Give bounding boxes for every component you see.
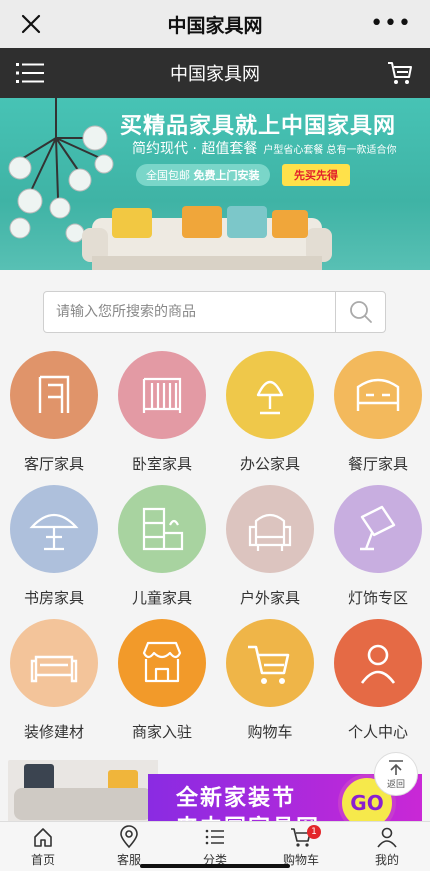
banner-headline: 买精品家具就上中国家具网 [120, 114, 397, 139]
category-label: 书房家具 [23, 589, 84, 607]
category-item[interactable]: 灯饰专区 [326, 485, 430, 608]
category-circle[interactable] [118, 619, 206, 707]
festival-promo-banner[interactable]: 全新家装节 来中国家具网 GO [8, 760, 422, 826]
menu-icon[interactable] [16, 62, 44, 84]
cart-icon [248, 645, 290, 684]
category-circle[interactable] [334, 351, 422, 439]
back-to-top-label: 返回 [386, 779, 405, 790]
category-label: 客厅家具 [23, 455, 84, 473]
banner-subtitle: 简约现代 · 超值套餐 户型省心套餐 总有一款适合你 [132, 141, 397, 157]
store-icon [142, 641, 182, 683]
more-options-icon[interactable]: ••• [370, 13, 412, 35]
category-circle[interactable] [10, 351, 98, 439]
location-icon [120, 825, 138, 849]
tab-user[interactable]: 我的 [344, 822, 430, 871]
home-icon [34, 828, 52, 847]
category-circle[interactable] [118, 351, 206, 439]
roller-icon [360, 505, 396, 551]
shelf-icon [142, 507, 184, 551]
category-label: 餐厅家具 [347, 455, 408, 473]
cart-icon[interactable] [386, 59, 414, 87]
tab-label: 我的 [374, 853, 399, 867]
user-icon [377, 827, 397, 848]
search-bar [43, 291, 386, 333]
back-to-top-button[interactable]: 返回 [374, 752, 418, 796]
category-item[interactable]: 卧室家具 [110, 351, 214, 474]
category-label: 灯饰专区 [347, 589, 408, 607]
category-label: 儿童家具 [131, 589, 192, 607]
person-icon [360, 644, 396, 684]
category-item[interactable]: 客厅家具 [2, 351, 106, 474]
category-label: 户外家具 [239, 589, 300, 607]
window-title: 中国家具网 [167, 14, 263, 37]
category-item[interactable]: 个人中心 [326, 619, 430, 742]
category-circle[interactable] [334, 619, 422, 707]
category-item[interactable]: 儿童家具 [110, 485, 214, 608]
category-circle[interactable] [226, 619, 314, 707]
list-icon [205, 829, 224, 845]
category-item[interactable]: 商家入驻 [110, 619, 214, 742]
cart-count-badge: 1 [307, 825, 321, 839]
tab-label: 客服 [116, 853, 141, 867]
category-label: 购物车 [247, 723, 293, 741]
banner-shipping-pill: 全国包邮 免费上门安装 [136, 164, 270, 186]
search-input[interactable] [44, 292, 335, 332]
category-label: 商家入驻 [131, 723, 192, 741]
bed-icon [356, 378, 400, 411]
category-label: 卧室家具 [131, 455, 192, 473]
category-label: 个人中心 [347, 723, 408, 741]
search-icon [349, 301, 372, 323]
buy-now-button[interactable]: 先买先得 [282, 164, 350, 186]
promo-sofa-photo [8, 760, 158, 826]
armchair-icon [248, 513, 292, 551]
browser-top-bar: 中国家具网 ••• [0, 0, 430, 48]
crib-icon [142, 377, 182, 413]
category-circle[interactable] [226, 351, 314, 439]
category-circle[interactable] [334, 485, 422, 573]
tab-label: 首页 [30, 853, 55, 867]
lamp-icon [256, 380, 284, 415]
close-icon[interactable] [18, 11, 44, 37]
site-title: 中国家具网 [170, 64, 260, 85]
category-circle[interactable] [226, 485, 314, 573]
category-item[interactable]: 户外家具 [218, 485, 322, 608]
promo-line-1: 全新家装节 [176, 786, 297, 811]
tab-home[interactable]: 首页 [0, 822, 86, 871]
category-item[interactable]: 书房家具 [2, 485, 106, 608]
category-item[interactable]: 装修建材 [2, 619, 106, 742]
arrow-up-icon [389, 759, 403, 775]
category-circle[interactable] [10, 619, 98, 707]
door-frame-icon [38, 375, 70, 413]
search-button[interactable] [335, 292, 385, 332]
sofa-icon [30, 655, 78, 683]
site-header: 中国家具网 [0, 48, 430, 98]
category-item[interactable]: 购物车 [218, 619, 322, 742]
category-item[interactable]: 办公家具 [218, 351, 322, 474]
promo-banner[interactable]: 买精品家具就上中国家具网 简约现代 · 超值套餐 户型省心套餐 总有一款适合你 全… [0, 98, 430, 270]
category-item[interactable]: 餐厅家具 [326, 351, 430, 474]
sofa-illustration [82, 206, 332, 270]
promo-sofa-illustration [14, 764, 152, 820]
category-circle[interactable] [10, 485, 98, 573]
category-label: 装修建材 [23, 723, 84, 741]
category-circle[interactable] [118, 485, 206, 573]
home-indicator [140, 864, 290, 868]
category-label: 办公家具 [239, 455, 300, 473]
umbrella-icon [29, 513, 79, 551]
